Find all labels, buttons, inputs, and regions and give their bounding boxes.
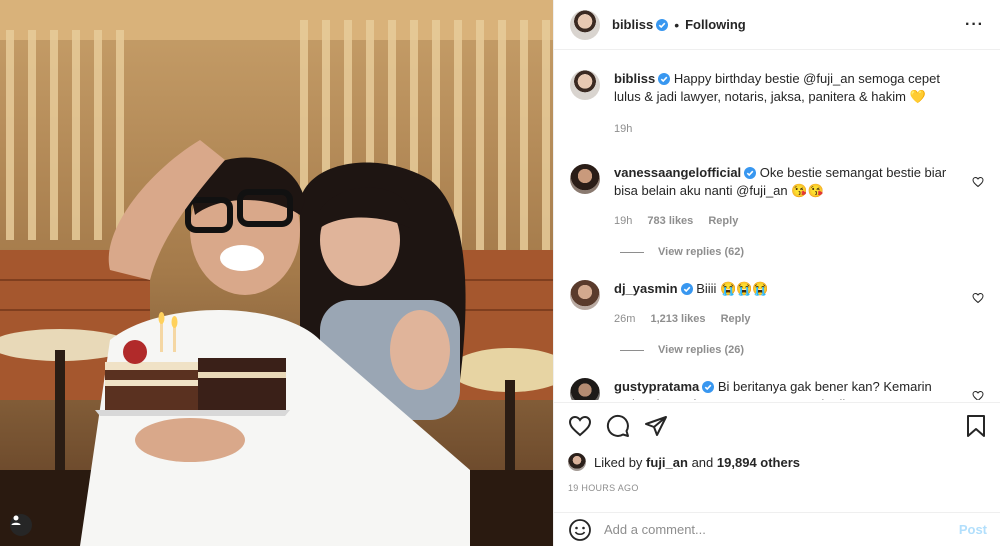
caption-username[interactable]: bibliss [614,71,655,86]
replies-divider [620,251,644,253]
heart-icon[interactable] [972,292,984,304]
liked-by-and: and [691,454,714,470]
comment-item: gustypratama Bi beritanya gak bener kan?… [570,378,984,400]
comment-likes[interactable]: 1,213 likes [650,313,705,325]
heart-icon[interactable] [972,390,984,400]
caption: bibliss Happy birthday bestie @fuji_an s… [570,70,984,138]
like-heart-icon[interactable] [568,414,592,438]
liked-by-row: Liked by fuji_an and 19,894 others [568,453,987,471]
liker-username[interactable]: fuji_an [646,455,688,470]
view-replies-button[interactable]: View replies (62) [620,246,984,258]
share-paper-plane-icon[interactable] [644,414,668,438]
view-replies-label: View replies (26) [658,344,745,356]
author-username[interactable]: bibliss [612,17,653,32]
view-replies-button[interactable]: View replies (26) [620,344,984,356]
emoji-icon[interactable] [568,518,592,542]
photo-illustration [0,0,553,546]
liker-avatar[interactable] [568,453,586,471]
author-avatar[interactable] [570,9,600,40]
liked-by-prefix: Liked by [594,454,643,470]
reply-button[interactable]: Reply [708,215,738,227]
comment-item: dj_yasmin Biiii 😭😭😭 26m 1,213 likes Repl… [570,280,984,328]
verified-badge-icon [744,167,757,179]
post-header: bibliss • Following ··· [554,0,1000,50]
verified-badge-icon [680,283,693,295]
add-comment-bar: Add a comment... Post [554,512,1000,546]
bookmark-icon[interactable] [965,414,987,438]
comment-likes[interactable]: 783 likes [647,215,693,227]
person-icon [11,515,21,525]
caption-time[interactable]: 19h [614,123,632,135]
post-actions: Liked by fuji_an and 19,894 others 19 HO… [554,402,1000,493]
following-button[interactable]: Following [685,17,746,32]
commenter-username[interactable]: gustypratama [614,379,699,394]
comment-input[interactable]: Add a comment... [604,522,959,537]
comment-bubble-icon[interactable] [606,414,630,438]
post-details-panel: bibliss • Following ··· bibliss Happy bi… [553,0,1000,546]
commenter-avatar[interactable] [570,378,600,400]
caption-avatar[interactable] [570,70,600,100]
heart-icon[interactable] [972,176,984,188]
replies-divider [620,349,644,351]
commenter-username[interactable]: vanessaangelofficial [614,165,741,180]
liked-by-others[interactable]: 19,894 others [717,455,800,470]
comment-text: Biiii 😭😭😭 [696,281,769,296]
comments-list[interactable]: bibliss Happy birthday bestie @fuji_an s… [554,50,1000,400]
separator-dot: • [674,16,680,33]
ellipsis-icon[interactable]: ··· [965,16,984,34]
comment-time[interactable]: 19h [614,215,632,227]
verified-badge-icon [656,18,669,31]
reply-button[interactable]: Reply [721,313,751,325]
comment-time[interactable]: 26m [614,313,635,325]
comment-item: vanessaangelofficial Oke bestie semangat… [570,164,984,230]
view-replies-label: View replies (62) [658,246,745,258]
commenter-avatar[interactable] [570,164,600,194]
commenter-avatar[interactable] [570,280,600,310]
post-photo[interactable] [0,0,553,546]
verified-badge-icon [658,73,671,85]
verified-badge-icon [702,381,715,393]
commenter-username[interactable]: dj_yasmin [614,281,678,296]
post-timestamp[interactable]: 19 HOURS AGO [568,483,987,493]
tagged-users-button[interactable] [10,514,32,536]
post-comment-button[interactable]: Post [959,522,987,537]
